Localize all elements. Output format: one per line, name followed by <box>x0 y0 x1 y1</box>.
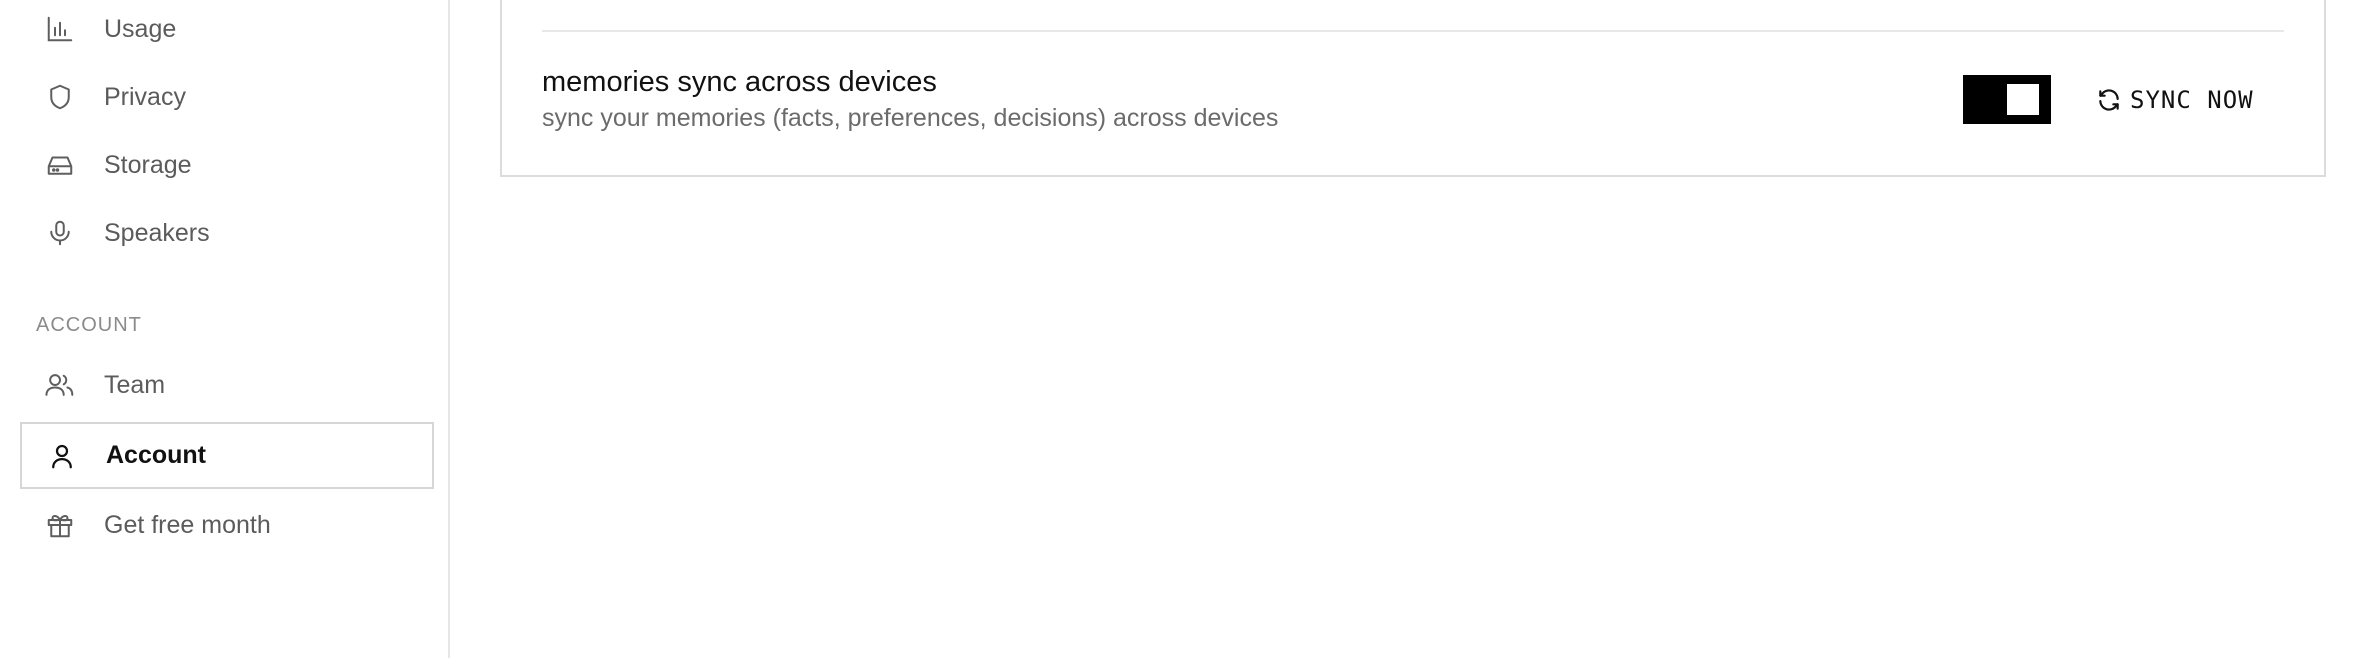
sidebar-item-label: Storage <box>104 150 192 179</box>
user-icon <box>46 440 78 472</box>
sidebar-item-account[interactable]: Account <box>20 422 434 489</box>
sidebar-item-privacy[interactable]: Privacy <box>20 65 434 129</box>
sidebar-item-label: Get free month <box>104 510 271 539</box>
setting-title: memories sync across devices <box>542 66 937 98</box>
sidebar-item-get-free-month[interactable]: Get free month <box>20 493 434 557</box>
sidebar-item-speakers[interactable]: Speakers <box>20 201 434 265</box>
setting-description: sync your memories (facts, preferences, … <box>542 104 1279 132</box>
microphone-icon <box>44 217 76 249</box>
sidebar-item-storage[interactable]: Storage <box>20 133 434 197</box>
sync-now-label: SYNC NOW <box>2130 86 2254 114</box>
divider <box>542 30 2284 32</box>
toggle-knob <box>2007 84 2039 115</box>
sidebar: Usage Privacy Storage Speakers ACCOUNT T… <box>0 0 450 658</box>
shield-icon <box>44 81 76 113</box>
sync-now-button[interactable]: SYNC NOW <box>2096 78 2254 122</box>
sidebar-item-label: Team <box>104 370 166 399</box>
hard-drive-icon <box>44 149 76 181</box>
sidebar-item-label: Usage <box>104 14 177 43</box>
users-icon <box>44 369 76 401</box>
refresh-icon <box>2096 87 2122 113</box>
sidebar-item-label: Privacy <box>104 82 186 111</box>
sidebar-item-label: Account <box>106 441 206 469</box>
gift-icon <box>44 509 76 541</box>
bar-chart-icon <box>44 13 76 45</box>
section-label-account: ACCOUNT <box>36 314 142 336</box>
sidebar-item-team[interactable]: Team <box>20 353 434 417</box>
sidebar-item-usage[interactable]: Usage <box>20 0 434 61</box>
sidebar-item-label: Speakers <box>104 218 210 247</box>
memories-sync-toggle[interactable] <box>1963 75 2051 124</box>
